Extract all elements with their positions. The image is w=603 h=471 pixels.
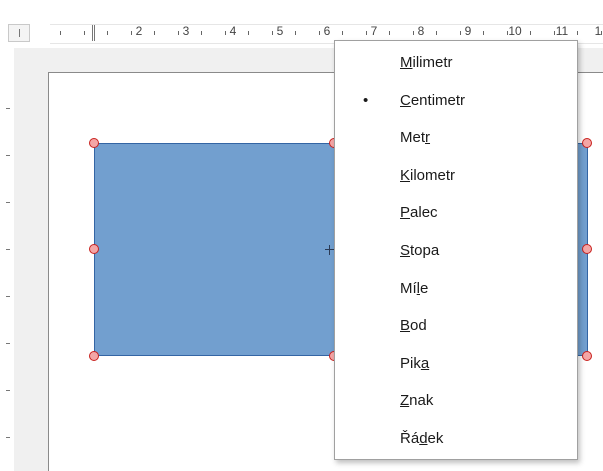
resize-handle-top-left[interactable] — [89, 138, 99, 148]
menu-item-label: Znak — [400, 392, 434, 410]
left-indent-marker[interactable] — [92, 25, 95, 41]
menu-item-point[interactable]: Bod — [335, 307, 577, 345]
ruler-minor-tick — [272, 31, 273, 35]
menu-item-label: Míle — [400, 279, 429, 297]
ruler-minor-tick — [178, 31, 179, 35]
menu-item-mile[interactable]: Míle — [335, 270, 577, 308]
ruler-number: 9 — [464, 24, 472, 38]
ruler-number: 3 — [182, 24, 190, 38]
ruler-number: 4 — [229, 24, 237, 38]
ruler-minor-tick — [60, 31, 61, 35]
ruler-number: 1 — [594, 24, 602, 38]
menu-item-centimeter[interactable]: • Centimetr — [335, 82, 577, 120]
resize-handle-bottom-right[interactable] — [582, 351, 592, 361]
ruler-number: 10 — [508, 24, 522, 38]
menu-item-label: Milimetr — [400, 54, 453, 71]
vertical-ruler[interactable] — [0, 48, 15, 471]
menu-item-label: Pika — [400, 354, 430, 372]
ruler-minor-tick — [460, 31, 461, 35]
vertical-ruler-tick — [6, 296, 10, 297]
vertical-ruler-tick — [6, 437, 10, 438]
ruler-minor-tick — [295, 31, 296, 35]
selected-bullet: • — [363, 91, 369, 109]
menu-item-line[interactable]: Řádek — [335, 420, 577, 458]
ruler-number: 11 — [555, 24, 569, 38]
ruler-minor-tick — [201, 31, 202, 35]
ruler-minor-tick — [225, 31, 226, 35]
resize-handle-middle-right[interactable] — [582, 244, 592, 254]
ruler-minor-tick — [413, 31, 414, 35]
vertical-ruler-tick — [6, 343, 10, 344]
ruler-number: 7 — [370, 24, 378, 38]
ruler-minor-tick — [84, 31, 85, 35]
impress-editor-window: 2 3 4 5 6 7 8 9 10 11 1 Milimetr • Centimetr Metr … — [0, 0, 603, 471]
vertical-ruler-tick — [6, 249, 10, 250]
ruler-minor-tick — [389, 31, 390, 35]
ruler-minor-tick — [577, 31, 578, 35]
ruler-minor-tick — [342, 31, 343, 35]
vertical-ruler-tick — [6, 202, 10, 203]
ruler-number: 5 — [276, 24, 284, 38]
vertical-ruler-tick — [6, 390, 10, 391]
menu-item-pica[interactable]: Pika — [335, 345, 577, 383]
ruler-unit-context-menu[interactable]: Milimetr • Centimetr Metr Kilometr Palec… — [334, 40, 578, 460]
ruler-number: 8 — [417, 24, 425, 38]
ruler-minor-tick — [154, 31, 155, 35]
menu-item-label: Centimetr — [400, 91, 466, 109]
ruler-number: 6 — [323, 24, 331, 38]
ruler-minor-tick — [319, 31, 320, 35]
ruler-minor-tick — [436, 31, 437, 35]
menu-item-label: Palec — [400, 204, 438, 222]
resize-handle-middle-left[interactable] — [89, 244, 99, 254]
menu-item-label: Řádek — [400, 429, 444, 447]
menu-item-meter[interactable]: Metr — [335, 119, 577, 157]
menu-item-label: Bod — [400, 317, 427, 335]
resize-handle-bottom-left[interactable] — [89, 351, 99, 361]
vertical-ruler-tick — [6, 155, 10, 156]
ruler-minor-tick — [131, 31, 132, 35]
menu-item-label: Kilometr — [400, 166, 456, 184]
ruler-minor-tick — [530, 31, 531, 35]
menu-item-kilometer[interactable]: Kilometr — [335, 157, 577, 195]
vertical-ruler-tick — [6, 108, 10, 109]
top-strip — [0, 0, 603, 18]
menu-item-inch[interactable]: Palec — [335, 194, 577, 232]
menu-item-foot[interactable]: Stopa — [335, 232, 577, 270]
menu-item-label: Stopa — [400, 241, 440, 259]
ruler-minor-tick — [248, 31, 249, 35]
ruler-minor-tick — [366, 31, 367, 35]
ruler-minor-tick — [483, 31, 484, 35]
ruler-tab-selector[interactable] — [8, 24, 30, 42]
menu-item-millimeter[interactable]: Milimetr — [335, 44, 577, 82]
menu-item-char[interactable]: Znak — [335, 382, 577, 420]
menu-item-label: Metr — [400, 129, 431, 147]
ruler-number: 2 — [135, 24, 143, 38]
resize-handle-top-right[interactable] — [582, 138, 592, 148]
ruler-minor-tick — [107, 31, 108, 35]
